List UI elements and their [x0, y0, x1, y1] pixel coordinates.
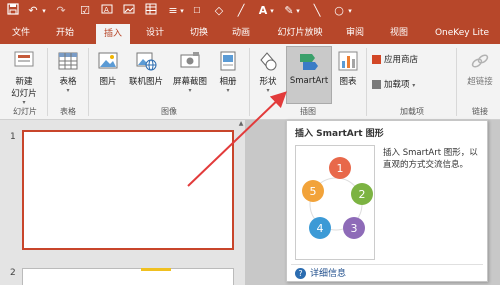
online-picture-button[interactable]: 联机图片 [124, 50, 168, 87]
screenshot-icon [180, 52, 200, 68]
slide-thumbnail-2[interactable] [22, 268, 234, 285]
group-label-illustrations: 插图 [300, 107, 316, 116]
pen-dropdown-icon[interactable]: ▾ [294, 3, 302, 19]
tab-design[interactable]: 设计 [140, 22, 170, 44]
group-separator [366, 48, 367, 116]
redo-icon[interactable]: ↷ [54, 3, 68, 19]
cycle-label-1: 1 [337, 162, 344, 175]
mouse-mode-icon[interactable]: ☐ [190, 3, 204, 19]
store-button[interactable]: 应用商店 [372, 53, 436, 65]
group-separator [456, 48, 457, 116]
my-addins-button[interactable]: 加载项 ▾ [372, 78, 444, 90]
undo-icon[interactable]: ↶ [26, 3, 40, 19]
addins-icon [372, 80, 381, 89]
table-icon[interactable] [144, 3, 158, 19]
tab-home[interactable]: 开始 [50, 22, 80, 44]
tab-animations[interactable]: 动画 [226, 22, 256, 44]
svg-text:A: A [104, 6, 109, 14]
group-separator [47, 48, 48, 116]
tooltip-help-link[interactable]: ? 详细信息 [295, 267, 346, 281]
table-button[interactable]: 表格 ▾ [52, 50, 84, 95]
table-icon [58, 52, 78, 70]
tooltip-divider [291, 264, 483, 265]
hyperlink-button[interactable]: 超链接 [460, 50, 500, 87]
chart-button[interactable]: 图表 [334, 50, 362, 87]
font-color-dropdown-icon[interactable]: ▾ [268, 3, 276, 19]
more-icon[interactable]: ▾ [346, 3, 354, 19]
smartart-cycle-preview: 1 2 3 4 5 [295, 145, 375, 260]
cycle-label-3: 3 [351, 222, 358, 235]
picture-icon[interactable] [122, 3, 136, 19]
link-icon [471, 54, 489, 68]
new-slide-button[interactable]: 新建 幻灯片 ▾ [4, 50, 44, 107]
tab-review[interactable]: 审阅 [340, 22, 370, 44]
ribbon-tabs: 文件 开始 插入 设计 切换 动画 幻灯片放映 审阅 视图 OneKey Lit… [0, 22, 500, 44]
slide-number: 2 [10, 268, 16, 278]
group-label-slides: 幻灯片 [13, 107, 37, 116]
cycle-label-2: 2 [359, 188, 366, 201]
smartart-button[interactable]: SmartArt [286, 46, 332, 104]
online-picture-icon [136, 52, 157, 71]
checkbox-icon[interactable]: ☑ [78, 3, 92, 19]
save-icon[interactable] [6, 3, 20, 19]
cycle-label-4: 4 [317, 222, 324, 235]
chart-icon [338, 51, 358, 71]
group-separator [249, 48, 250, 116]
tab-transitions[interactable]: 切换 [184, 22, 214, 44]
tab-onekey-lite[interactable]: OneKey Lite [428, 22, 496, 44]
group-label-tables: 表格 [60, 107, 76, 116]
undo-dropdown-icon[interactable]: ▾ [40, 3, 48, 19]
tooltip-description: 插入 SmartArt 图形，以直观的方式交流信息。 [383, 148, 478, 170]
chevron-down-icon: ▾ [266, 87, 270, 94]
scroll-up-icon[interactable]: ▲ [237, 120, 245, 130]
picture-button[interactable]: 图片 [93, 50, 123, 87]
tab-insert[interactable]: 插入 [96, 24, 130, 44]
line-icon[interactable]: ╱ [234, 3, 248, 19]
album-button[interactable]: 相册 ▾ [212, 50, 244, 95]
group-separator [88, 48, 89, 116]
shape-icon[interactable]: ◇ [212, 3, 226, 19]
line-draw-icon[interactable]: ╲ [310, 3, 324, 19]
smartart-tooltip: 插入 SmartArt 图形 1 2 3 4 5 插入 SmartArt 图形，… [286, 120, 488, 282]
title-bar: ↶ ▾ ↷ ☑ A ≡ ▾ ☐ ◇ ╱ A ▾ ✎ ▾ ╲ ○ ▾ [0, 0, 500, 22]
cycle-label-5: 5 [310, 185, 317, 198]
chevron-down-icon: ▾ [226, 87, 230, 94]
picture-icon [98, 52, 118, 69]
album-icon [220, 51, 236, 71]
slide-thumbnail-1[interactable] [22, 130, 234, 250]
chevron-down-icon: ▾ [66, 87, 70, 94]
tab-view[interactable]: 视图 [384, 22, 414, 44]
shapes-icon [260, 52, 277, 71]
circle-icon[interactable]: ○ [332, 3, 346, 19]
chevron-down-icon: ▾ [412, 82, 416, 89]
slide-accent-bar [141, 268, 171, 271]
slide-thumbnail-pane: 1 2 [0, 120, 245, 285]
tab-slideshow[interactable]: 幻灯片放映 [270, 22, 330, 44]
help-icon: ? [295, 268, 306, 279]
tab-file[interactable]: 文件 [6, 22, 36, 44]
group-label-links: 链接 [472, 107, 488, 116]
smartart-icon [300, 54, 318, 70]
tooltip-title: 插入 SmartArt 图形 [295, 129, 384, 139]
screenshot-button[interactable]: 屏幕截图 ▾ [169, 50, 211, 95]
textbox-icon[interactable]: A [100, 3, 114, 19]
ribbon-panel: 新建 幻灯片 ▾ 表格 ▾ 图片 联机图片 屏幕截图 ▾ 相册 ▾ 形状 ▾ S… [0, 44, 500, 120]
new-slide-icon [14, 51, 34, 67]
store-icon [372, 55, 381, 64]
chevron-down-icon: ▾ [188, 87, 192, 94]
group-label-addins: 加载项 [400, 107, 424, 116]
group-label-images: 图像 [161, 107, 177, 116]
slide-number: 1 [10, 132, 16, 142]
shapes-button[interactable]: 形状 ▾ [252, 50, 284, 95]
align-dropdown-icon[interactable]: ▾ [178, 3, 186, 19]
